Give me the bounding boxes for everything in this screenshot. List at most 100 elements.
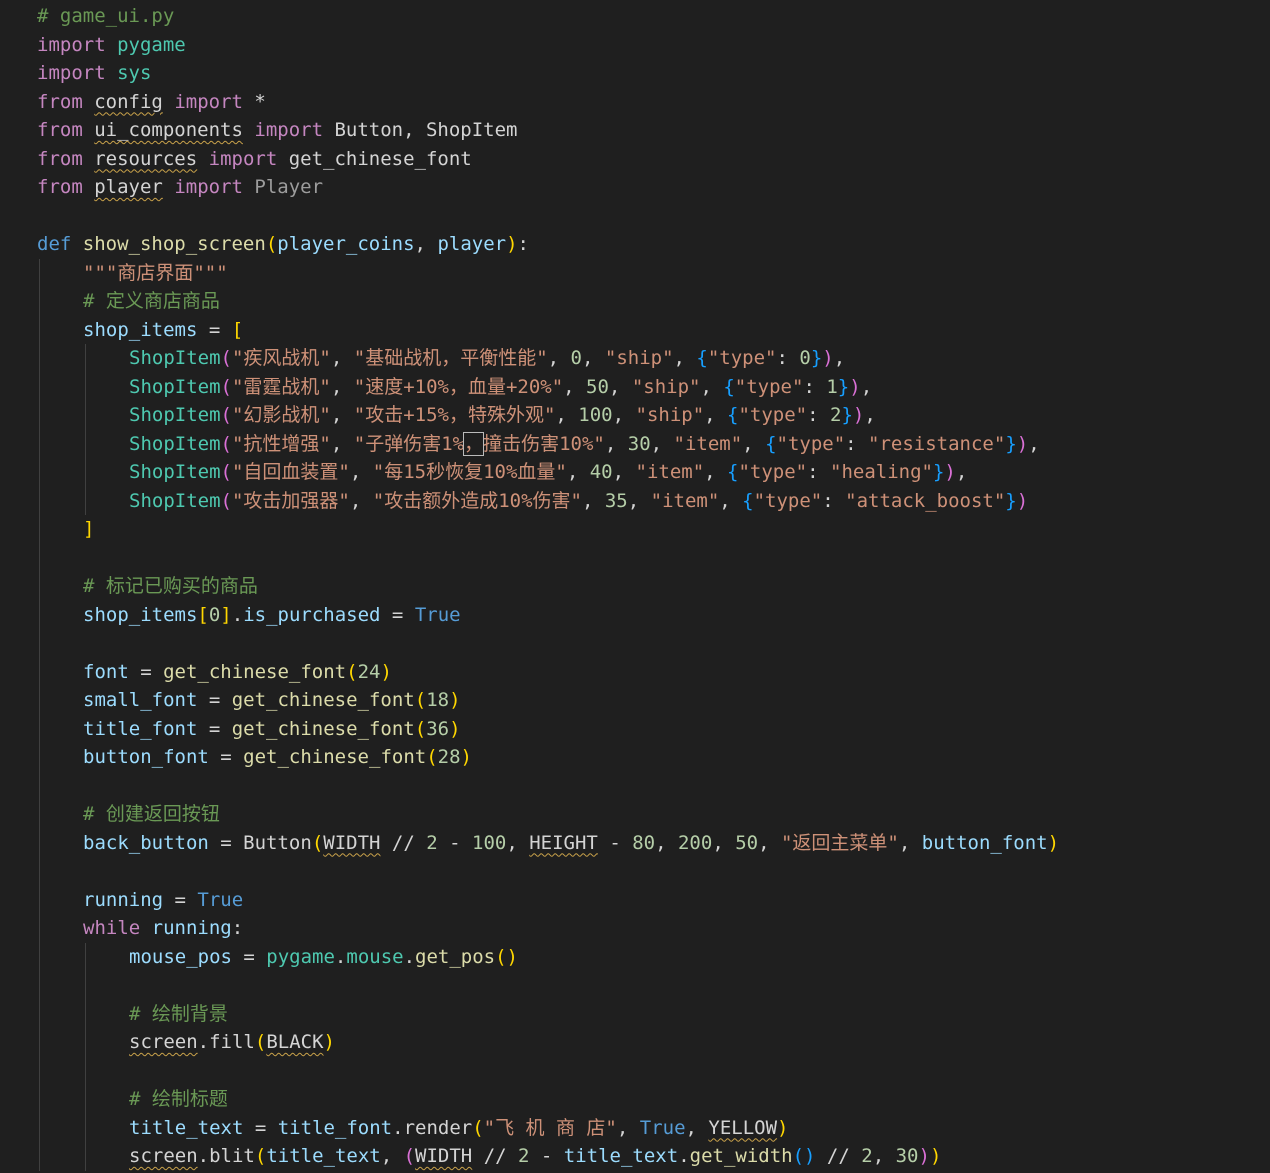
code-token: title_font	[277, 1116, 393, 1139]
code-token: "攻击+15%，特殊外观"	[353, 404, 556, 426]
code-token: (	[414, 689, 427, 711]
code-token: "type"	[776, 432, 846, 455]
code-token: }	[1005, 432, 1017, 455]
code-token: ,	[655, 831, 678, 854]
code-line[interactable]: # 标记已购买的商品	[83, 572, 258, 600]
code-token: 100	[578, 404, 613, 426]
code-token: }	[810, 347, 823, 369]
code-line[interactable]: # 绘制背景	[129, 1000, 228, 1028]
code-editor[interactable]: # game_ui.py import pygame import sys from …	[0, 0, 1270, 1173]
code-token: //	[380, 831, 427, 854]
code-token: ,	[833, 347, 846, 369]
code-line[interactable]: import pygame	[37, 31, 186, 59]
code-token: :	[803, 375, 827, 398]
code-line[interactable]: from ui_components import Button, ShopIt…	[37, 116, 518, 144]
code-token: 30	[627, 432, 651, 455]
code-line[interactable]: """商店界面"""	[83, 259, 228, 287]
code-line[interactable]: def show_shop_screen(player_coins, playe…	[37, 230, 529, 258]
code-line[interactable]: # game_ui.py	[37, 2, 174, 30]
code-line[interactable]: # 定义商店商品	[83, 287, 220, 315]
code-line[interactable]: ShopItem("雷霆战机", "速度+10%，血量+20%", 50, "s…	[129, 373, 872, 401]
code-token: 0	[208, 603, 221, 626]
code-line[interactable]: title_font = get_chinese_font(36)	[83, 715, 461, 743]
code-token: "type"	[707, 347, 777, 369]
code-token: get_chinese_font	[231, 689, 415, 711]
code-token: ,	[581, 489, 605, 512]
code-line[interactable]: ShopItem("攻击加强器", "攻击额外造成10%伤害", 35, "it…	[129, 487, 1028, 515]
code-token: 40	[589, 461, 613, 483]
code-token: (	[414, 717, 427, 740]
code-token: "自回血装置"	[231, 461, 350, 483]
code-line[interactable]: from player import Player	[37, 173, 323, 201]
code-token: =	[243, 1116, 278, 1139]
code-token: ,	[704, 404, 728, 426]
code-line[interactable]: from config import *	[37, 88, 277, 116]
code-token: "速度+10%，血量+20%"	[353, 375, 564, 398]
code-line[interactable]: ShopItem("幻影战机", "攻击+15%，特殊外观", 100, "sh…	[129, 401, 876, 429]
code-token: ShopItem	[129, 489, 221, 512]
code-token: "子弹伤害1%	[353, 432, 465, 455]
code-token: 200	[677, 831, 713, 854]
code-token: screen	[129, 1145, 198, 1167]
code-line[interactable]: font = get_chinese_font(24)	[83, 658, 392, 686]
code-token: -	[437, 831, 473, 854]
code-line[interactable]: ]	[83, 515, 94, 543]
code-token: -	[529, 1145, 564, 1167]
code-token: ,	[330, 404, 354, 426]
code-line[interactable]: screen.fill(BLACK)	[129, 1028, 335, 1056]
code-token: )	[449, 689, 461, 711]
code-token: def	[37, 233, 72, 255]
code-line[interactable]: button_font = get_chinese_font(28)	[83, 743, 472, 771]
code-token: 24	[357, 660, 381, 683]
code-token: ,	[330, 375, 354, 398]
code-token: -	[597, 831, 633, 854]
code-token: "攻击加强器"	[231, 489, 350, 512]
code-token: (	[220, 375, 232, 398]
code-token: .	[392, 1116, 404, 1139]
code-token: [	[231, 318, 244, 341]
code-token: (	[254, 1031, 267, 1053]
code-token: import	[174, 90, 243, 113]
code-token: import	[37, 33, 106, 56]
code-token: 100	[472, 831, 507, 854]
code-line[interactable]: running = True	[83, 886, 243, 914]
code-token: {	[723, 375, 735, 398]
code-token: config	[94, 90, 163, 113]
code-line[interactable]: small_font = get_chinese_font(18)	[83, 686, 461, 714]
code-line[interactable]: screen.blit(title_text, (WIDTH // 2 - ti…	[129, 1142, 941, 1170]
code-token: while	[83, 917, 141, 939]
code-token: import	[208, 147, 278, 170]
code-line[interactable]: # 绘制标题	[129, 1085, 228, 1113]
code-token: "飞 机 商 店"	[483, 1116, 617, 1139]
code-token: ,	[566, 461, 590, 483]
code-token: (	[265, 233, 278, 255]
code-token: from	[37, 90, 83, 113]
code-token: (	[346, 660, 358, 683]
code-line[interactable]: ShopItem("疾风战机", "基础战机，平衡性能", 0, "ship",…	[129, 344, 845, 372]
code-token: "item"	[673, 432, 743, 455]
code-token: "ship"	[635, 404, 705, 426]
code-token: ,	[547, 347, 571, 369]
code-line[interactable]: while running:	[83, 914, 243, 942]
code-line[interactable]: mouse_pos = pygame.mouse.get_pos()	[129, 943, 518, 971]
code-token: ,	[563, 375, 587, 398]
code-token: mouse	[346, 945, 404, 968]
code-token: player_coins	[277, 233, 415, 255]
code-token: ,	[608, 375, 632, 398]
code-line[interactable]: # 创建返回按钮	[83, 800, 220, 828]
code-line[interactable]: back_button = Button(WIDTH // 2 - 100, H…	[83, 829, 1059, 857]
code-token: # 标记已购买的商品	[83, 575, 258, 597]
code-line[interactable]: ShopItem("抗性增强", "子弹伤害1%，撞击伤害10%", 30, "…	[129, 430, 1040, 458]
code-line[interactable]: shop_items[0].is_purchased = True	[83, 601, 461, 629]
code-line[interactable]: import sys	[37, 59, 151, 87]
code-line[interactable]: ShopItem("自回血装置", "每15秒恢复10%血量", 40, "it…	[129, 458, 967, 486]
code-token: {	[765, 432, 777, 455]
code-token: ,	[955, 461, 968, 483]
code-line[interactable]: title_text = title_font.render("飞 机 商 店"…	[129, 1114, 789, 1142]
code-line[interactable]: from resources import get_chinese_font	[37, 145, 472, 173]
code-line[interactable]: shop_items = [	[83, 316, 243, 344]
